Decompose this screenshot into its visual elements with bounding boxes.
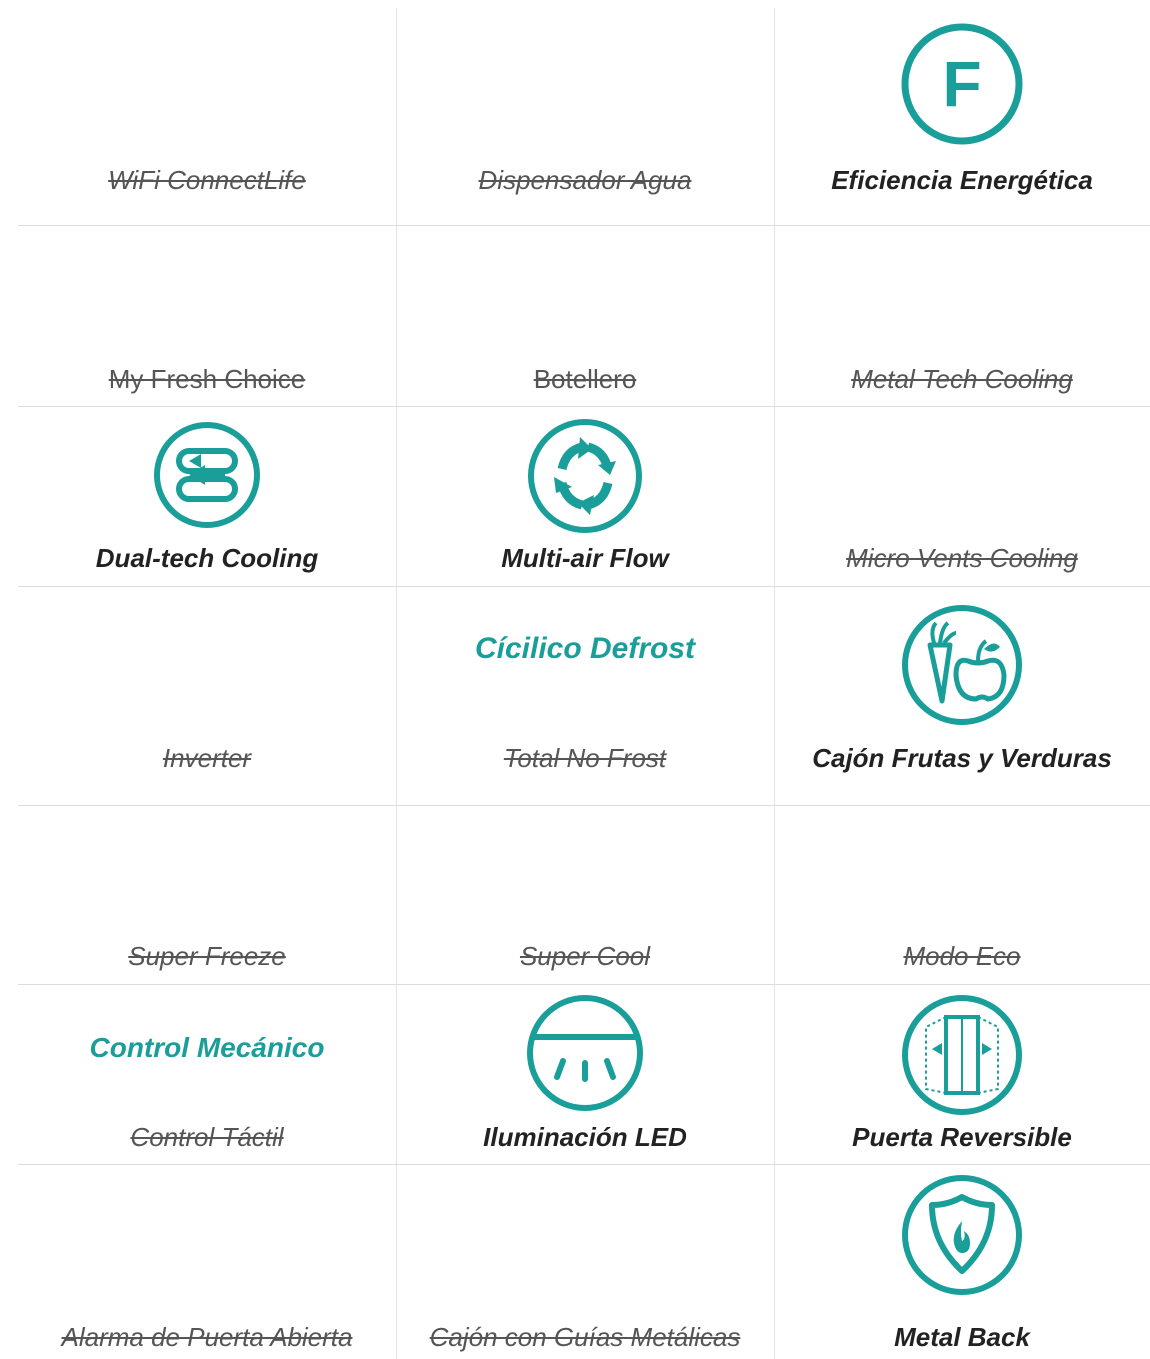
- feature-label: Botellero: [533, 364, 637, 394]
- feature-label: Iluminación LED: [483, 1122, 687, 1152]
- feature-label: Puerta Reversible: [852, 1122, 1072, 1152]
- energy-class-f-icon: F: [901, 23, 1023, 145]
- feature-label: My Fresh Choice: [108, 364, 306, 394]
- feature-grid: WiFi ConnectLife Dispensador Agua F Efic…: [18, 8, 1150, 1359]
- feature-cell-micro-vents-cooling: Micro Vents Cooling: [774, 407, 1150, 586]
- feature-label: Metal Tech Cooling: [851, 364, 1073, 394]
- dual-tech-cooling-icon: [154, 422, 260, 528]
- feature-label: Total No Frost: [503, 743, 667, 773]
- feature-cell-botellero: Botellero: [396, 226, 774, 406]
- feature-label: Cajón Frutas y Verduras: [812, 743, 1112, 773]
- svg-text:F: F: [942, 48, 981, 120]
- led-lighting-icon: [527, 995, 643, 1111]
- feature-label: Cajón con Guías Metálicas: [429, 1322, 741, 1352]
- feature-label: Super Freeze: [128, 941, 286, 971]
- feature-cell-multi-air-flow: Multi-air Flow: [396, 407, 774, 586]
- feature-cell-metal-back: Metal Back: [774, 1165, 1150, 1359]
- feature-label: Micro Vents Cooling: [846, 543, 1078, 573]
- feature-label: WiFi ConnectLife: [108, 165, 306, 195]
- feature-cell-total-no-frost: Cícilico Defrost Total No Frost: [396, 587, 774, 805]
- feature-label: Super Cool: [519, 941, 651, 971]
- feature-cell-super-cool: Super Cool: [396, 806, 774, 984]
- feature-cell-energy-efficiency: F Eficiencia Energética: [774, 8, 1150, 225]
- feature-cell-reversible-door: Puerta Reversible: [774, 985, 1150, 1164]
- metal-back-shield-icon: [902, 1175, 1022, 1295]
- feature-cell-modo-eco: Modo Eco: [774, 806, 1150, 984]
- feature-cell-control: Control Mecánico Control Táctil: [18, 985, 396, 1164]
- feature-cell-wifi: WiFi ConnectLife: [18, 8, 396, 225]
- feature-label: Multi-air Flow: [501, 543, 669, 573]
- feature-label: Alarma de Puerta Abierta: [61, 1322, 353, 1352]
- feature-label: Inverter: [162, 743, 252, 773]
- feature-label: Modo Eco: [903, 941, 1021, 971]
- feature-label: Eficiencia Energética: [831, 165, 1093, 195]
- fruit-vegetable-drawer-icon: [902, 605, 1022, 725]
- feature-cell-metal-tech-cooling: Metal Tech Cooling: [774, 226, 1150, 406]
- feature-label: Dispensador Agua: [478, 165, 692, 195]
- feature-label: Control Táctil: [130, 1122, 284, 1152]
- feature-cell-inverter: Inverter: [18, 587, 396, 805]
- highlighted-feature-label: Control Mecánico: [89, 1032, 325, 1063]
- feature-cell-fruit-vegetable-drawer: Cajón Frutas y Verduras: [774, 587, 1150, 805]
- feature-cell-metal-rails-drawer: Cajón con Guías Metálicas: [396, 1165, 774, 1359]
- highlighted-feature-label: Cícilico Defrost: [474, 632, 696, 665]
- feature-label: Dual-tech Cooling: [95, 543, 319, 573]
- feature-cell-led-lighting: Iluminación LED: [396, 985, 774, 1164]
- feature-cell-water-dispenser: Dispensador Agua: [396, 8, 774, 225]
- feature-cell-door-alarm: Alarma de Puerta Abierta: [18, 1165, 396, 1359]
- feature-label: Metal Back: [894, 1322, 1030, 1352]
- multi-air-flow-icon: [528, 419, 642, 533]
- feature-cell-my-fresh-choice: My Fresh Choice: [18, 226, 396, 406]
- reversible-door-icon: [902, 995, 1022, 1115]
- feature-cell-super-freeze: Super Freeze: [18, 806, 396, 984]
- feature-cell-dual-tech-cooling: Dual-tech Cooling: [18, 407, 396, 586]
